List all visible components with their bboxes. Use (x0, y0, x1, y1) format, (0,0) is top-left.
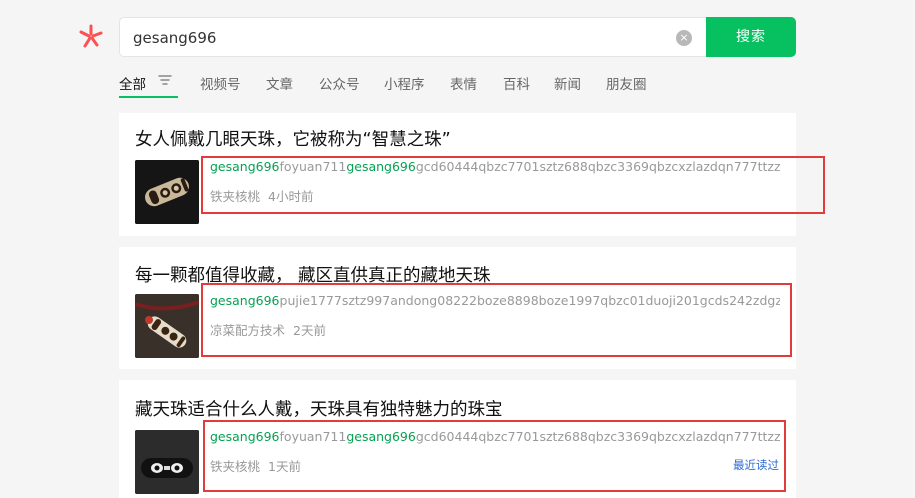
result-title[interactable]: 藏天珠适合什么人戴，天珠具有独特魅力的珠宝 (135, 396, 503, 421)
filter-icon[interactable] (158, 74, 172, 86)
tab-official-accounts[interactable]: 公众号 (319, 73, 360, 93)
result-thumbnail[interactable] (135, 294, 199, 358)
search-input[interactable] (133, 27, 653, 49)
tab-all[interactable]: 全部 (119, 73, 146, 93)
tab-mini-programs[interactable]: 小程序 (384, 73, 425, 93)
result-thumbnail[interactable] (135, 430, 199, 494)
annotation-box (201, 283, 792, 357)
logo-icon[interactable] (78, 23, 104, 49)
tab-stickers[interactable]: 表情 (450, 73, 477, 93)
annotation-box (203, 420, 786, 492)
tab-articles[interactable]: 文章 (266, 73, 293, 93)
search-button[interactable]: 搜索 (706, 17, 796, 57)
search-box: × (119, 17, 707, 57)
tab-encyclopedia[interactable]: 百科 (503, 73, 530, 93)
tab-moments[interactable]: 朋友圈 (606, 73, 647, 93)
result-thumbnail[interactable] (135, 160, 199, 224)
tab-channels[interactable]: 视频号 (200, 73, 241, 93)
clear-icon[interactable]: × (676, 30, 692, 46)
result-title[interactable]: 女人佩戴几眼天珠，它被称为“智慧之珠” (135, 126, 451, 151)
annotation-box (201, 156, 825, 214)
active-tab-indicator (119, 96, 178, 98)
tab-news[interactable]: 新闻 (554, 73, 581, 93)
